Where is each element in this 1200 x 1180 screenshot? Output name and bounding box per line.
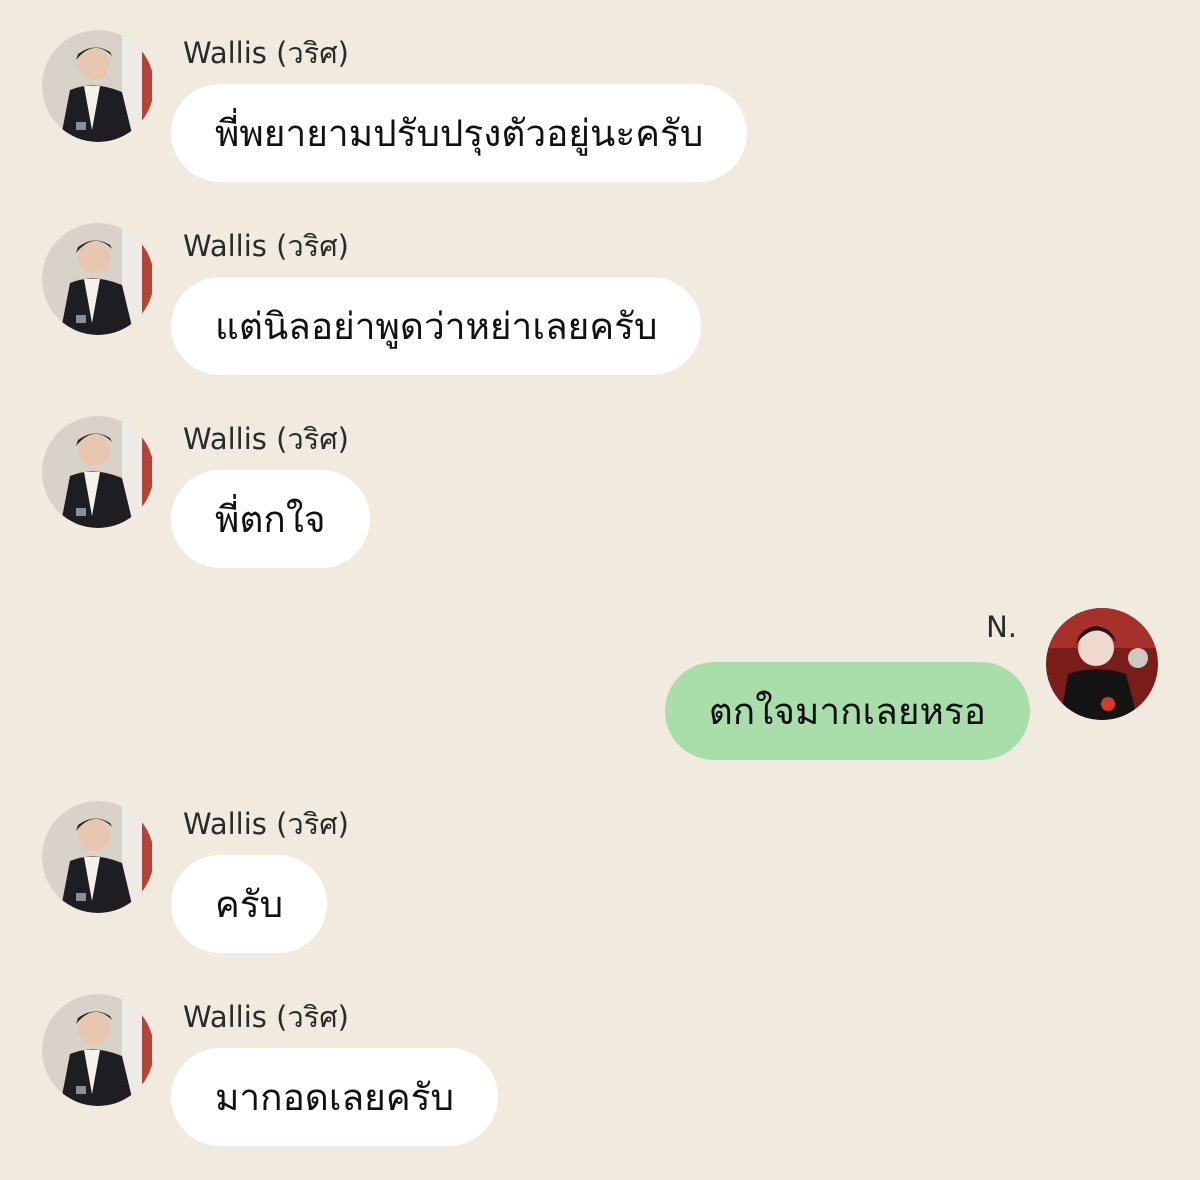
wallis-avatar[interactable] [42,994,154,1106]
sender-name: Wallis (วริศ) [183,422,349,456]
wallis-avatar[interactable] [42,30,154,142]
avatar-photo-icon [1046,608,1158,720]
avatar-photo-icon [42,801,154,913]
avatar-photo-icon [42,223,154,335]
avatar-photo-icon [42,994,154,1106]
n-avatar[interactable] [1046,608,1158,720]
avatar-photo-icon [42,416,154,528]
message-bubble[interactable]: ครับ [171,855,328,953]
message-bubble[interactable]: พี่พยายามปรับปรุงตัวอยู่นะครับ [171,84,748,182]
message-bubble[interactable]: แต่นิลอย่าพูดว่าหย่าเลยครับ [171,277,702,375]
wallis-avatar[interactable] [42,223,154,335]
sender-name: Wallis (วริศ) [183,1000,349,1034]
wallis-avatar[interactable] [42,416,154,528]
sender-name: Wallis (วริศ) [183,807,349,841]
sender-name: Wallis (วริศ) [183,229,349,263]
message-bubble[interactable]: มากอดเลยครับ [171,1048,498,1146]
message-bubble[interactable]: ตกใจมากเลยหรอ [664,662,1030,760]
avatar-photo-icon [42,30,154,142]
message-bubble[interactable]: พี่ตกใจ [171,470,370,568]
sender-name: N. [986,610,1017,644]
sender-name: Wallis (วริศ) [183,36,349,70]
wallis-avatar[interactable] [42,801,154,913]
